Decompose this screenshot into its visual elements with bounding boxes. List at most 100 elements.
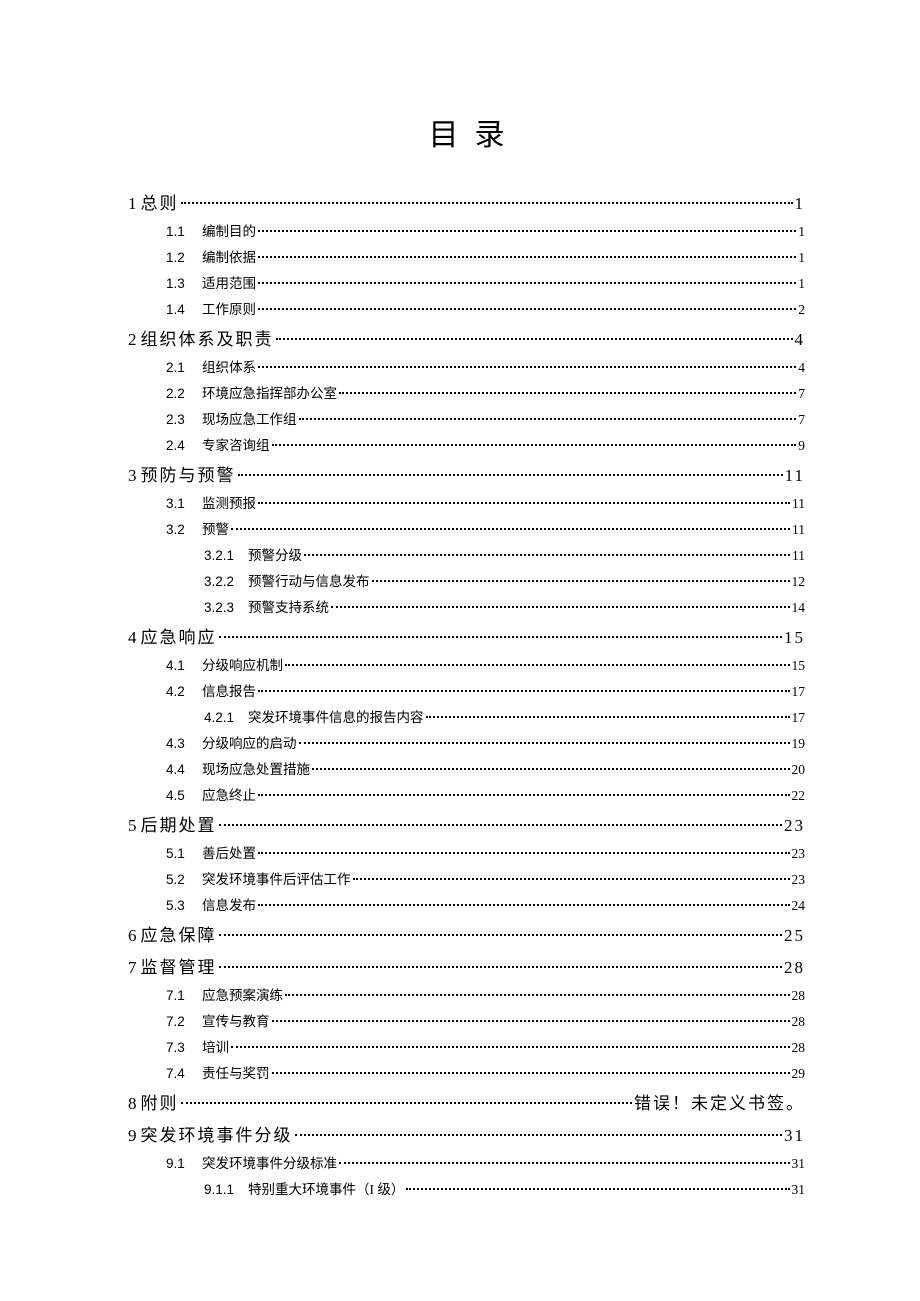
toc-entry-page: 28 bbox=[792, 1015, 806, 1029]
toc-entry-label: 突发环境事件信息的报告内容 bbox=[248, 711, 424, 725]
toc-entry-page: 23 bbox=[792, 873, 806, 887]
toc-entry-page: 11 bbox=[792, 523, 805, 537]
toc-entry-page: 23 bbox=[784, 817, 805, 834]
toc-entry-label: 编制目的 bbox=[202, 225, 256, 239]
toc-entry-number: 4 bbox=[128, 629, 137, 646]
toc-entry-page: 31 bbox=[784, 1127, 805, 1144]
toc-entry: 2.3现场应急工作组7 bbox=[128, 410, 805, 426]
toc-dot-leader bbox=[331, 598, 790, 612]
toc-dot-leader bbox=[339, 384, 796, 398]
toc-entry-number: 7 bbox=[128, 959, 137, 976]
toc-entry-label: 现场应急处置措施 bbox=[202, 763, 310, 777]
toc-entry-number: 2 bbox=[128, 331, 137, 348]
toc-entry-number: 5.3 bbox=[166, 899, 202, 913]
toc-entry-page: 22 bbox=[792, 789, 806, 803]
toc-entry-number: 8 bbox=[128, 1095, 137, 1112]
toc-dot-leader bbox=[258, 494, 790, 508]
toc-entry: 9突发环境事件分级31 bbox=[128, 1124, 805, 1144]
toc-entry: 4.2信息报告17 bbox=[128, 682, 805, 698]
toc-entry: 1.1编制目的1 bbox=[128, 222, 805, 238]
toc-entry-label: 预防与预警 bbox=[141, 467, 236, 484]
toc-entry-page: 23 bbox=[792, 847, 806, 861]
toc-entry-label: 责任与奖罚 bbox=[202, 1067, 270, 1081]
toc-dot-leader bbox=[304, 546, 790, 560]
toc-entry: 4应急响应15 bbox=[128, 626, 805, 646]
toc-entry-label: 组织体系 bbox=[202, 361, 256, 375]
toc-dot-leader bbox=[258, 300, 796, 314]
toc-dot-leader bbox=[295, 1124, 783, 1141]
toc-entry-label: 突发环境事件后评估工作 bbox=[202, 873, 351, 887]
toc-dot-leader bbox=[258, 844, 790, 858]
toc-entry-page: 14 bbox=[792, 601, 806, 615]
toc-entry: 5.2突发环境事件后评估工作23 bbox=[128, 870, 805, 886]
toc-entry: 3.1监测预报11 bbox=[128, 494, 805, 510]
toc-dot-leader bbox=[231, 520, 790, 534]
toc-dot-leader bbox=[426, 708, 790, 722]
toc-entry-number: 3 bbox=[128, 467, 137, 484]
toc-entry-page: 7 bbox=[798, 387, 805, 401]
toc-entry-label: 信息报告 bbox=[202, 685, 256, 699]
toc-dot-leader bbox=[272, 436, 797, 450]
toc-entry-number: 1 bbox=[128, 195, 137, 212]
toc-entry-page: 28 bbox=[792, 1041, 806, 1055]
toc-dot-leader bbox=[231, 1038, 790, 1052]
toc-entry: 2.4专家咨询组9 bbox=[128, 436, 805, 452]
toc-entry: 4.2.1突发环境事件信息的报告内容 17 bbox=[128, 708, 805, 724]
toc-entry-number: 4.3 bbox=[166, 737, 202, 751]
toc-entry-number: 1.2 bbox=[166, 251, 202, 265]
toc-entry-number: 2.1 bbox=[166, 361, 202, 375]
toc-dot-leader bbox=[258, 682, 790, 696]
toc-entry-number: 7.2 bbox=[166, 1015, 202, 1029]
toc-entry-label: 环境应急指挥部办公室 bbox=[202, 387, 337, 401]
toc-entry-number: 7.1 bbox=[166, 989, 202, 1003]
toc-entry-number: 3.2 bbox=[166, 523, 202, 537]
toc-dot-leader bbox=[285, 986, 790, 1000]
toc-dot-leader bbox=[406, 1180, 789, 1194]
toc-dot-leader bbox=[285, 656, 790, 670]
toc-entry-page: 2 bbox=[798, 303, 805, 317]
toc-dot-leader bbox=[372, 572, 790, 586]
toc-entry-label: 预警 bbox=[202, 523, 229, 537]
toc-entry-page: 11 bbox=[785, 467, 805, 484]
toc-entry-label: 编制依据 bbox=[202, 251, 256, 265]
toc-dot-leader bbox=[353, 870, 790, 884]
toc-entry-number: 1.4 bbox=[166, 303, 202, 317]
toc-entry-number: 1.1 bbox=[166, 225, 202, 239]
toc-entry-label: 特别重大环境事件（I 级） bbox=[248, 1183, 404, 1197]
toc-dot-leader bbox=[258, 896, 790, 910]
toc-entry: 7.1应急预案演练28 bbox=[128, 986, 805, 1002]
toc-entry-label: 应急响应 bbox=[141, 629, 217, 646]
toc-entry-page: 17 bbox=[792, 685, 806, 699]
toc-entry-number: 4.2.1 bbox=[204, 711, 248, 725]
toc-entry-page: 28 bbox=[792, 989, 806, 1003]
toc-entry-label: 监测预报 bbox=[202, 497, 256, 511]
toc-entry-page: 11 bbox=[792, 497, 805, 511]
toc-dot-leader bbox=[219, 626, 783, 643]
toc-entry-page: 错误！未定义书签。 bbox=[634, 1095, 805, 1112]
toc-entry: 1.2编制依据1 bbox=[128, 248, 805, 264]
toc-entry-label: 附则 bbox=[141, 1095, 179, 1112]
toc-entry: 7.4责任与奖罚29 bbox=[128, 1064, 805, 1080]
toc-entry-label: 应急保障 bbox=[141, 927, 217, 944]
toc-entry-number: 7.4 bbox=[166, 1067, 202, 1081]
toc-entry-number: 3.2.1 bbox=[204, 549, 248, 563]
toc-entry-number: 7.3 bbox=[166, 1041, 202, 1055]
toc-entry-label: 突发环境事件分级标准 bbox=[202, 1157, 337, 1171]
toc-entry-label: 善后处置 bbox=[202, 847, 256, 861]
toc-entry-page: 7 bbox=[798, 413, 805, 427]
toc-entry-page: 17 bbox=[792, 711, 806, 725]
toc-entry-page: 24 bbox=[792, 899, 806, 913]
toc-entry: 3.2.2预警行动与信息发布12 bbox=[128, 572, 805, 588]
toc-entry-number: 9.1 bbox=[166, 1157, 202, 1171]
toc-entry-label: 信息发布 bbox=[202, 899, 256, 913]
toc-entry: 4.5应急终止22 bbox=[128, 786, 805, 802]
toc-entry-page: 1 bbox=[798, 277, 805, 291]
toc-dot-leader bbox=[258, 222, 796, 236]
toc-entry: 7监督管理28 bbox=[128, 956, 805, 976]
toc-entry: 1.3适用范围1 bbox=[128, 274, 805, 290]
toc-entry-number: 4.5 bbox=[166, 789, 202, 803]
toc-title: 目录 bbox=[128, 110, 805, 154]
toc-dot-leader bbox=[299, 410, 797, 424]
toc-entry: 4.4现场应急处置措施20 bbox=[128, 760, 805, 776]
toc-entry: 4.1分级响应机制15 bbox=[128, 656, 805, 672]
